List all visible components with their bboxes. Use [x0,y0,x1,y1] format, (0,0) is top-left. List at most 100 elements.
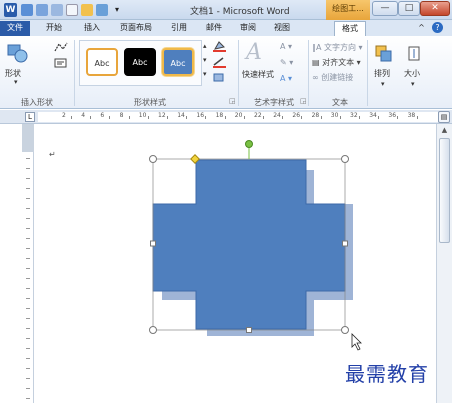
customize-toolbar-icon[interactable]: ▾ [111,4,123,16]
shape-style-option-2[interactable]: Abc [124,48,156,76]
scrollbar-thumb[interactable] [439,138,450,243]
edit-shape-icon[interactable] [54,41,68,53]
view-ruler-icon[interactable]: ▤ [438,111,450,123]
vertical-ruler-tick [26,178,30,179]
maximize-button[interactable]: □ [398,1,420,16]
tab-references[interactable]: 引用 [165,21,193,36]
text-outline-icon[interactable]: ✎ ▾ [280,58,293,67]
ruler-number: 12 [158,112,166,119]
size-label[interactable]: 大小 [404,68,420,79]
resize-handle-bottom-left[interactable] [149,326,157,334]
vertical-ruler-tick [26,318,30,319]
vertical-ruler-tick [26,248,30,249]
tab-mailings[interactable]: 邮件 [200,21,228,36]
gallery-scroll-down-icon[interactable]: ▾ [203,56,207,64]
vertical-ruler[interactable] [22,124,34,403]
resize-handle-left[interactable] [150,240,156,247]
undo-icon[interactable] [36,4,48,16]
tab-selector-icon[interactable]: L [25,112,35,122]
gallery-more-icon[interactable]: ▾ [203,70,207,78]
vertical-scrollbar[interactable]: ▲ [436,124,452,403]
tab-format[interactable]: 格式 [334,21,366,36]
help-icon[interactable]: ? [432,22,443,33]
tab-insert[interactable]: 插入 [78,21,106,36]
arrange-icon[interactable] [374,44,394,64]
group-shape-styles: 形状样式 [134,98,166,107]
tab-file[interactable]: 文件 [0,21,30,36]
shapes-dropdown-icon[interactable]: ▾ [14,78,18,86]
vertical-ruler-tick [26,368,30,369]
text-direction-button[interactable]: ‖A 文字方向 ▾ [312,42,363,53]
vertical-ruler-tick [26,188,30,189]
gallery-scroll-up-icon[interactable]: ▴ [203,42,207,50]
vertical-ruler-tick [26,308,30,309]
vertical-ruler-tick [26,158,30,159]
scroll-up-icon[interactable]: ▲ [439,126,450,136]
shape-style-option-3[interactable]: Abc [162,48,194,76]
ruler-tick [147,116,149,119]
ruler-number: 10 [138,112,147,119]
resize-handle-bottom-right[interactable] [341,326,349,334]
ruler-number: 22 [254,112,262,119]
save-icon[interactable] [21,4,33,16]
tab-view[interactable]: 视图 [268,21,296,36]
ruler-tick [186,116,188,119]
shapes-label[interactable]: 形状 [5,68,21,79]
resize-handle-top-right[interactable] [341,155,349,163]
shape-outline-icon[interactable] [212,56,228,68]
horizontal-ruler[interactable]: L 2 4 6 8 10 12 14 16 18 20 22 24 26 28 30 32 34 36 38 ▤ [0,110,452,124]
vertical-ruler-margin [22,124,34,152]
vertical-ruler-tick [26,278,30,279]
quick-styles-label[interactable]: 快速样式 [242,69,274,80]
shape-styles-launcher-icon[interactable]: ◲ [229,97,236,105]
group-divider [308,40,309,106]
ruler-tick [90,116,92,119]
text-fill-icon[interactable]: A ▾ [280,42,292,51]
ruler-tick [378,116,380,119]
resize-handle-bottom[interactable] [246,327,252,333]
rotate-handle[interactable] [245,140,253,148]
print-icon[interactable] [96,4,108,16]
tab-page-layout[interactable]: 页面布局 [112,21,160,36]
new-document-icon[interactable] [66,4,78,16]
vertical-ruler-tick [26,388,30,389]
shape-fill-icon[interactable] [212,40,228,52]
vertical-ruler-tick [26,298,30,299]
vertical-ruler-tick [26,328,30,329]
ruler-number: 24 [273,112,281,119]
arrange-dropdown-icon[interactable]: ▾ [381,80,385,88]
vertical-ruler-tick [26,198,30,199]
arrange-label[interactable]: 排列 [374,68,390,79]
word-app-icon[interactable]: W [4,3,17,17]
close-button[interactable]: ✕ [420,1,450,16]
shape-style-option-1[interactable]: Abc [86,48,118,76]
ruler-tick [282,116,284,119]
word-window: W ▾ 文档1 - Microsoft Word 绘图工... — □ ✕ 文件… [0,0,452,403]
text-direction-icon: ‖A [312,43,325,52]
tab-home[interactable]: 开始 [40,21,68,36]
ruler-tick [397,116,399,119]
vertical-ruler-tick [26,268,30,269]
resize-handle-top-left[interactable] [149,155,157,163]
redo-icon[interactable] [51,4,63,16]
size-dropdown-icon[interactable]: ▾ [411,80,415,88]
text-effects-icon[interactable]: A ▾ [280,74,292,83]
minimize-button[interactable]: — [372,1,398,16]
create-link-label: 创建链接 [321,73,354,82]
collapse-ribbon-icon[interactable]: ^ [416,22,427,33]
size-icon[interactable] [406,44,424,64]
create-link-button[interactable]: ∞ 创建链接 [312,72,353,83]
open-folder-icon[interactable] [81,4,93,16]
align-text-button[interactable]: ▤ 对齐文本 ▾ [312,57,361,68]
vertical-ruler-tick [26,228,30,229]
shapes-icon[interactable] [6,42,28,64]
resize-handle-right[interactable] [342,240,348,247]
wordart-styles-launcher-icon[interactable]: ◲ [300,97,307,105]
quick-styles-icon[interactable]: A [246,40,262,65]
ruler-tick [167,116,168,119]
tab-review[interactable]: 审阅 [234,21,262,36]
mouse-pointer-icon [351,333,362,351]
cross-shape[interactable] [152,159,346,330]
shape-effects-icon[interactable] [212,72,228,84]
text-box-icon[interactable] [54,57,68,69]
